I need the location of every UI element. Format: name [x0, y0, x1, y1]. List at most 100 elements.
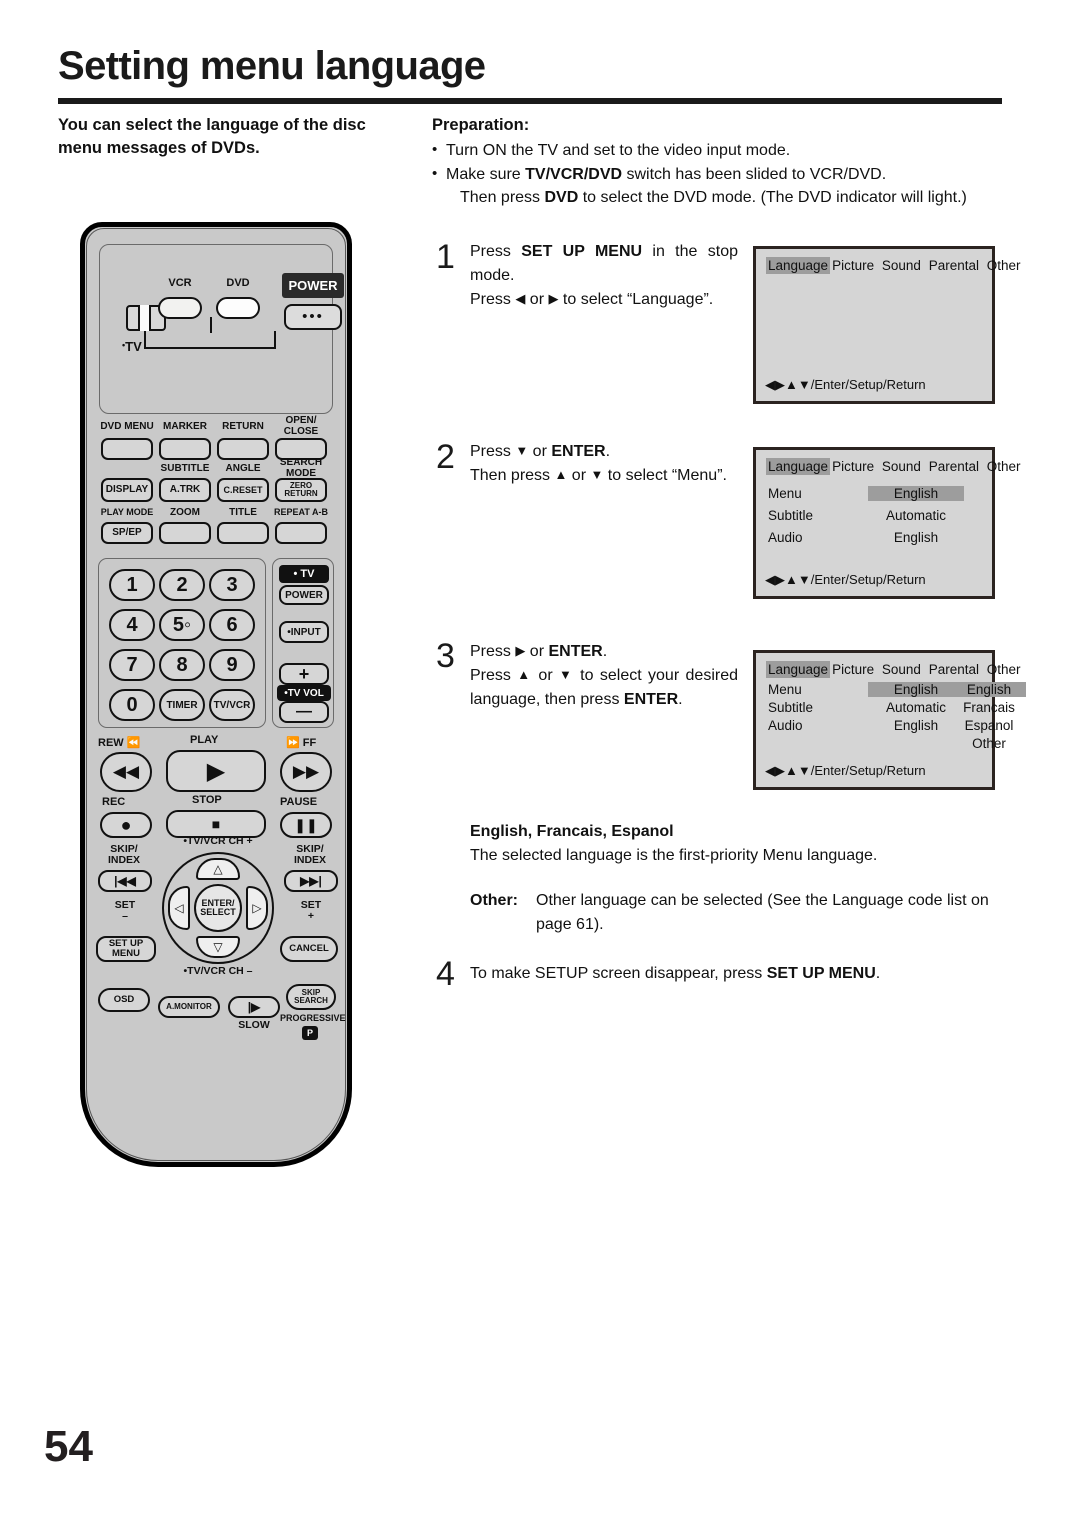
- tv-input-button[interactable]: •INPUT: [279, 621, 329, 643]
- osd-3-row-menu-value[interactable]: English: [868, 682, 964, 697]
- repeat-ab-button[interactable]: [275, 522, 327, 544]
- slow-label: SLOW: [238, 1019, 270, 1031]
- play-button[interactable]: ▶: [166, 750, 266, 792]
- remote-function-grid: DVD MENU MARKER RETURN OPEN/ CLOSE DISPL…: [98, 415, 334, 546]
- step-3-line2b: or: [532, 667, 560, 684]
- osd-2-tab-parental[interactable]: Parental: [927, 458, 981, 475]
- osd-1-tab-parental[interactable]: Parental: [927, 257, 981, 274]
- dvd-menu-button[interactable]: [101, 438, 153, 460]
- preparation-block: Preparation: • Turn ON the TV and set to…: [432, 114, 1004, 211]
- skip-index-next-button[interactable]: ▶▶|: [284, 870, 338, 892]
- osd-3-tab-other[interactable]: Other: [985, 661, 1023, 678]
- rewind-button[interactable]: ◀◀: [100, 752, 152, 792]
- cancel-button[interactable]: CANCEL: [280, 936, 338, 962]
- osd-1-nav-hint: ◀▶▲▼/Enter/Setup/Return: [765, 377, 926, 392]
- key-7[interactable]: 7: [109, 649, 155, 681]
- bullet-icon: •: [432, 165, 438, 183]
- osd-1-tab-other[interactable]: Other: [985, 257, 1023, 274]
- set-up-menu-button[interactable]: SET UP MENU: [96, 936, 156, 962]
- a-monitor-button[interactable]: A.MONITOR: [158, 996, 220, 1018]
- tv-volume-up-button[interactable]: +: [279, 663, 329, 685]
- osd-2-tab-language[interactable]: Language: [766, 458, 831, 475]
- osd-1-tab-picture[interactable]: Picture: [830, 257, 876, 274]
- c-reset-button[interactable]: C.RESET: [217, 478, 269, 502]
- key-8[interactable]: 8: [159, 649, 205, 681]
- osd-2-tab-sound[interactable]: Sound: [880, 458, 923, 475]
- osd-3-submenu-english[interactable]: English: [952, 682, 1026, 697]
- step-1-line2a: Press: [470, 291, 516, 308]
- power-button[interactable]: •••: [284, 304, 342, 330]
- vcr-button[interactable]: [158, 297, 202, 319]
- key-1[interactable]: 1: [109, 569, 155, 601]
- return-label: RETURN: [222, 421, 264, 432]
- vcr-label: VCR: [168, 277, 192, 289]
- slider-connector-stem: [210, 317, 212, 333]
- timer-button[interactable]: TIMER: [159, 689, 205, 721]
- dvd-button[interactable]: [216, 297, 260, 319]
- skip-index-right-label: SKIP/ INDEX: [293, 843, 327, 867]
- osd-1-tab-language[interactable]: Language: [766, 257, 831, 274]
- osd-2-row-menu-value[interactable]: English: [868, 486, 964, 501]
- sp-ep-button[interactable]: SP/EP: [101, 522, 153, 544]
- return-cell: RETURN: [214, 421, 272, 462]
- zoom-button[interactable]: [159, 522, 211, 544]
- marker-button[interactable]: [159, 438, 211, 460]
- pause-button[interactable]: ❚❚: [280, 812, 332, 838]
- osd-3-row-subtitle-label: Subtitle: [768, 700, 814, 715]
- step-2-line1b: or: [528, 443, 552, 460]
- key-4[interactable]: 4: [109, 609, 155, 641]
- osd-1-tab-sound[interactable]: Sound: [880, 257, 923, 274]
- osd-2-tab-picture[interactable]: Picture: [830, 458, 876, 475]
- step-2-line2a: Then press: [470, 467, 555, 484]
- enter-select-button[interactable]: ENTER/ SELECT: [194, 884, 242, 932]
- osd-button[interactable]: OSD: [98, 988, 150, 1012]
- a-trk-button[interactable]: A.TRK: [159, 478, 211, 502]
- title-button[interactable]: [217, 522, 269, 544]
- note-title: English, Francais, Espanol: [470, 823, 674, 840]
- key-9[interactable]: 9: [209, 649, 255, 681]
- step-4-body: To make SETUP screen disappear, press SE…: [470, 962, 1004, 986]
- osd-2-tab-other[interactable]: Other: [985, 458, 1023, 475]
- skip-search-button[interactable]: SKIP SEARCH: [286, 984, 336, 1010]
- osd-3-tab-parental[interactable]: Parental: [927, 661, 981, 678]
- step-1-line1a: Press: [470, 243, 522, 260]
- key-5[interactable]: 5◦: [159, 609, 205, 641]
- tv-vcr-button[interactable]: TV/VCR: [209, 689, 255, 721]
- step-2-keyword: ENTER: [551, 443, 606, 460]
- key-0[interactable]: 0: [109, 689, 155, 721]
- dvd-label: DVD: [226, 277, 250, 289]
- step-1-line2c: to select “Language”.: [558, 291, 714, 308]
- subtitle-cell: SUBTITLE A.TRK: [156, 463, 214, 506]
- stop-button[interactable]: ■: [166, 810, 266, 838]
- osd-3-row-audio-value[interactable]: English: [868, 718, 964, 733]
- search-mode-label: SEARCH MODE: [279, 457, 323, 479]
- osd-3-row-subtitle-value[interactable]: Automatic: [868, 700, 964, 715]
- step-1-line2b: or: [525, 291, 549, 308]
- skip-index-previous-button[interactable]: |◀◀: [98, 870, 152, 892]
- key-2[interactable]: 2: [159, 569, 205, 601]
- slow-button[interactable]: |▶: [228, 996, 280, 1018]
- set-minus-label: SET –: [114, 899, 136, 923]
- osd-3-tab-language[interactable]: Language: [766, 661, 831, 678]
- fast-forward-button[interactable]: ▶▶: [280, 752, 332, 792]
- tv-volume-down-button[interactable]: —: [279, 701, 329, 723]
- return-button[interactable]: [217, 438, 269, 460]
- zero-return-button[interactable]: ZERO RETURN: [275, 478, 327, 502]
- language-note-block: English, Francais, Espanol The selected …: [470, 820, 1004, 936]
- tv-column-header: • TV: [279, 565, 329, 583]
- display-button[interactable]: DISPLAY: [101, 478, 153, 502]
- slider-connector: [144, 331, 276, 349]
- intro-description: You can select the language of the disc …: [58, 116, 366, 158]
- osd-3-submenu-francais[interactable]: Francais: [952, 700, 1026, 715]
- osd-3-tab-picture[interactable]: Picture: [830, 661, 876, 678]
- key-3[interactable]: 3: [209, 569, 255, 601]
- osd-3-submenu-other[interactable]: Other: [952, 736, 1026, 751]
- record-button[interactable]: ●: [100, 812, 152, 838]
- tv-power-button[interactable]: POWER: [279, 585, 329, 605]
- osd-3-tab-sound[interactable]: Sound: [880, 661, 923, 678]
- key-6[interactable]: 6: [209, 609, 255, 641]
- channel-up-label: •TV/VCR CH +: [183, 835, 253, 847]
- osd-2-row-audio-value[interactable]: English: [868, 530, 964, 545]
- osd-2-row-subtitle-value[interactable]: Automatic: [868, 508, 964, 523]
- osd-3-submenu-espanol[interactable]: Espanol: [952, 718, 1026, 733]
